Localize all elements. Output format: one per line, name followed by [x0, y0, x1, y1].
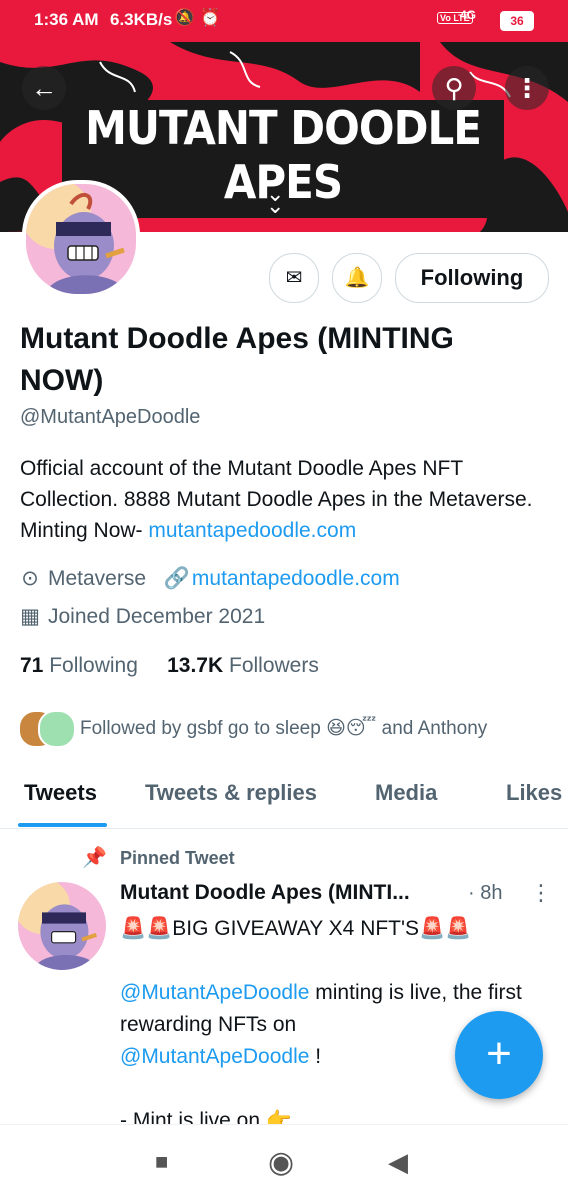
following-stat[interactable]: 71 Following [20, 654, 138, 677]
follow-stats: 71 Following 13.7K Followers [20, 654, 319, 678]
back-button[interactable]: ← [22, 66, 66, 110]
location-website-row: ⊙ Metaverse 🔗mutantapedoodle.com [20, 566, 400, 591]
status-bar: 1:36 AM 6.3KB/s 🔕 ⏰ Vo LTE 4G 36 [0, 0, 568, 42]
ape-avatar-image [18, 882, 106, 970]
following-count: 71 [20, 654, 44, 677]
followers-count: 13.7K [167, 654, 224, 677]
active-tab-indicator [18, 823, 107, 827]
link-icon: 🔗 [163, 567, 191, 590]
follower-avatar [38, 710, 76, 748]
tweet-time: · 8h [468, 882, 503, 904]
profile-tabs: Tweets Tweets & replies Media Likes [0, 770, 568, 829]
profile-avatar[interactable] [22, 180, 140, 298]
home-button[interactable]: ◉ [268, 1145, 294, 1180]
message-button[interactable]: ✉ [269, 253, 319, 303]
tweet-line: 🚨🚨BIG GIVEAWAY X4 NFT'S🚨🚨 [120, 917, 472, 940]
followers-stat-label: Followers [229, 654, 319, 677]
tab-tweets[interactable]: Tweets [24, 780, 97, 806]
search-button[interactable]: ⚲ [432, 66, 476, 110]
joined-row: ▦ Joined December 2021 [20, 604, 265, 629]
followed-by-text: Followed by gsbf go to sleep 😆😴 and Anth… [80, 718, 488, 739]
signal-icon: 4G [460, 8, 477, 22]
website-link[interactable]: mutantapedoodle.com [192, 567, 400, 590]
ape-avatar-image [26, 184, 136, 294]
tab-media[interactable]: Media [375, 780, 437, 806]
more-options-button[interactable]: ⋮ [505, 66, 549, 110]
battery-icon: 36 [500, 11, 534, 31]
mention-link[interactable]: @MutantApeDoodle [120, 981, 309, 1004]
compose-tweet-button[interactable]: + [455, 1011, 543, 1099]
following-stat-label: Following [49, 654, 138, 677]
profile-handle: @MutantApeDoodle [20, 406, 201, 428]
pinned-label: Pinned Tweet [120, 848, 235, 868]
location-icon: ⊙ [21, 567, 39, 590]
tweet-more-button[interactable]: ⋮ [530, 880, 552, 906]
tab-likes[interactable]: Likes [506, 780, 562, 806]
recents-button[interactable]: ■ [155, 1149, 168, 1175]
followers-stat[interactable]: 13.7K Followers [167, 654, 319, 677]
following-button[interactable]: Following [395, 253, 549, 303]
network-speed: 6.3KB/s [110, 10, 173, 29]
tweet-text: ! [309, 1045, 322, 1068]
status-time: 1:36 AM [34, 10, 99, 29]
display-name: Mutant Doodle Apes (MINTING NOW) [20, 322, 454, 397]
notifications-button[interactable]: 🔔 [332, 253, 382, 303]
tweet-author[interactable]: Mutant Doodle Apes (MINTI... [120, 881, 410, 905]
calendar-icon: ▦ [20, 605, 40, 628]
joined-text: Joined December 2021 [48, 605, 266, 628]
tab-tweets-replies[interactable]: Tweets & replies [145, 780, 317, 806]
tweet-avatar[interactable] [18, 882, 106, 970]
chevrons-down-icon: ⌄ ⌄ [266, 181, 285, 218]
location-text: Metaverse [48, 567, 147, 590]
nav-back-button[interactable]: ◀ [388, 1147, 408, 1178]
mention-link[interactable]: @MutantApeDoodle [120, 1045, 309, 1068]
profile-bio: Official account of the Mutant Doodle Ap… [20, 453, 550, 546]
bio-link[interactable]: mutantapedoodle.com [148, 519, 356, 542]
system-nav-bar: ■ ◉ ◀ [0, 1124, 568, 1201]
pin-icon: 📌 [82, 847, 107, 869]
mute-alarm-icons: 🔕 ⏰ [174, 8, 222, 27]
